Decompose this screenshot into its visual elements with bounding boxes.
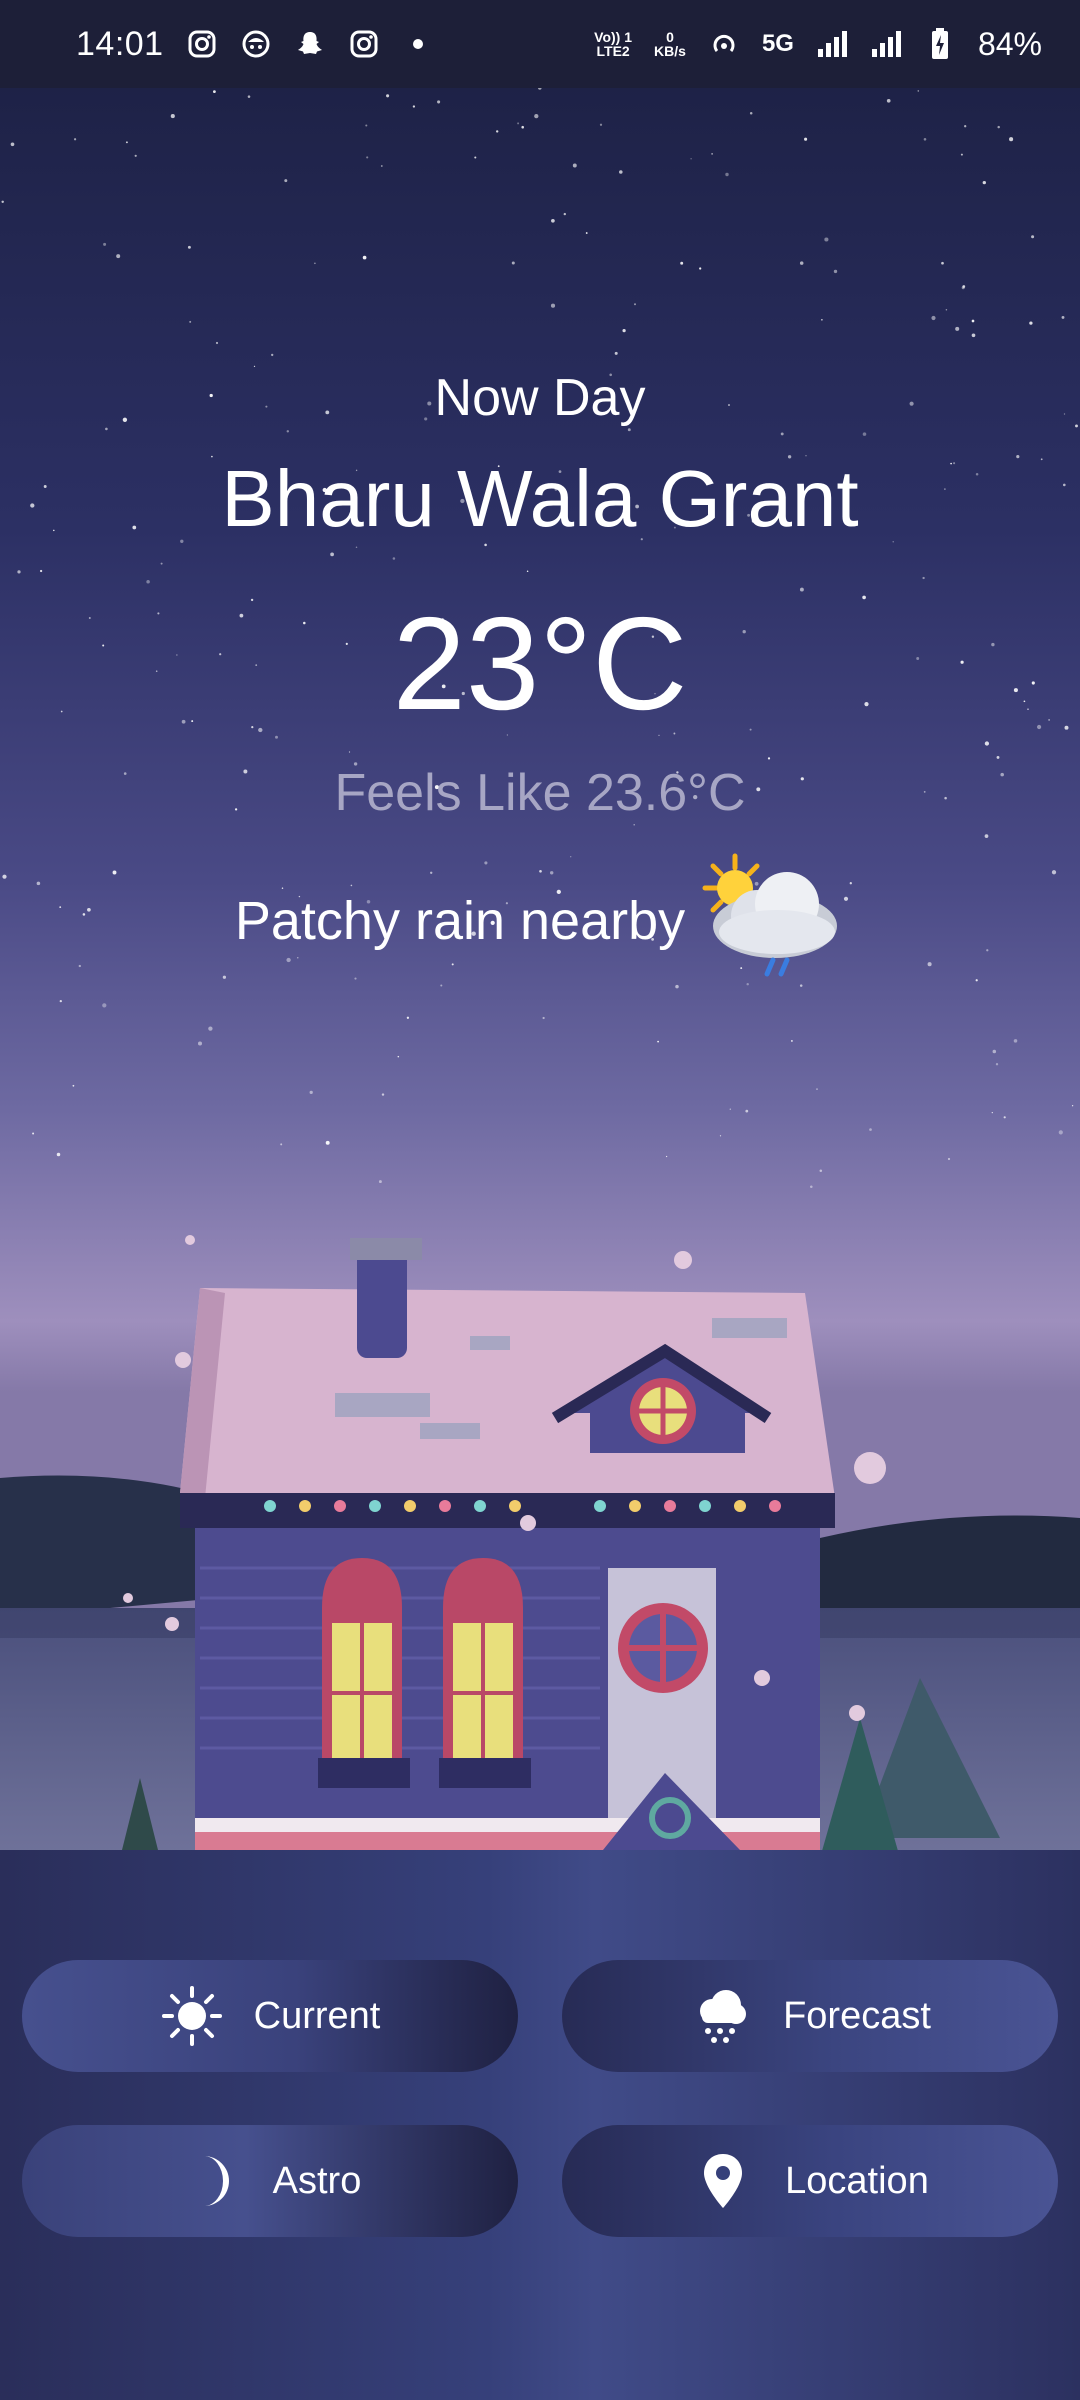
- location-pin-icon: [691, 2149, 755, 2213]
- astro-label: Astro: [272, 2159, 362, 2202]
- volte-indicator: Vo)) 1 LTE2: [594, 29, 633, 59]
- forecast-label: Forecast: [783, 1994, 931, 2037]
- moon-icon: [179, 2149, 243, 2213]
- network-speed: 0 KB/s: [654, 29, 686, 59]
- location-button[interactable]: Location: [562, 2125, 1058, 2237]
- condition-text: Patchy rain nearby: [234, 890, 686, 951]
- forecast-button[interactable]: Forecast: [562, 1960, 1058, 2072]
- hotspot-icon: [708, 28, 740, 60]
- more-notifications-dot-icon: [402, 28, 434, 60]
- weather-background: Now Day Bharu Wala Grant 23°C Feels Like…: [0, 88, 1080, 1850]
- cloud-snow-icon: [689, 1984, 753, 2048]
- snapchat-icon: [294, 28, 326, 60]
- sun-cloud-rain-icon: [695, 848, 845, 993]
- current-label: Current: [253, 1994, 381, 2037]
- location-label: Location: [785, 2159, 929, 2202]
- clock: 14:01: [76, 24, 164, 63]
- nav-panel: Current Forecast Astro Location: [0, 1850, 1080, 2400]
- current-button[interactable]: Current: [22, 1960, 518, 2072]
- city-name: Bharu Wala Grant: [221, 454, 859, 543]
- condition-row: Patchy rain nearby: [0, 848, 1080, 993]
- temperature: 23°C: [392, 590, 688, 737]
- battery-percent: 84%: [977, 25, 1042, 62]
- status-bar: 14:01 Vo)) 1 LTE2 0 KB/s 5G 84%: [0, 0, 1080, 88]
- astro-button[interactable]: Astro: [22, 2125, 518, 2237]
- app-icon: [240, 28, 272, 60]
- instagram-icon: [186, 28, 218, 60]
- feels-like: Feels Like 23.6°C: [334, 764, 746, 822]
- network-type: 5G: [761, 30, 794, 57]
- period-label: Now Day: [434, 369, 646, 427]
- instagram-icon: [348, 28, 380, 60]
- signal-icon: [870, 28, 902, 60]
- signal-icon: [816, 28, 848, 60]
- sun-icon: [160, 1984, 224, 2048]
- house-scene-illustration: [0, 1235, 1080, 1850]
- battery-charging-icon: [924, 28, 956, 60]
